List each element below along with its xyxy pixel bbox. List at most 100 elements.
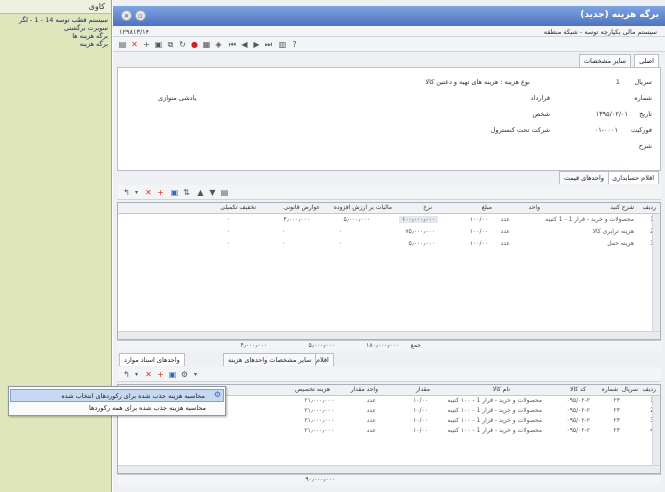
col-amount: مبلغ <box>481 204 492 211</box>
cell-disc: ۰ <box>226 228 230 235</box>
cell-name: محصولات و خرید - قرار 1 - ۱۰۰ کتیبه <box>447 427 542 434</box>
chevron-down-icon[interactable]: ▾ <box>131 369 142 380</box>
first-icon[interactable]: ⏮ <box>227 39 238 50</box>
table-row[interactable]: 2 هزینه ترابری کالا عدد ۱۰۰/۰۰ ۷۵٫۰۰۰٫۰۰… <box>118 227 660 238</box>
col-number: شماره <box>601 386 618 393</box>
document-number: ۱۲۹۸۱۳/۱۴ <box>119 28 150 36</box>
new-icon[interactable]: ▤ <box>117 39 128 50</box>
cell-code: ۰۹۵/۰۲-۲ <box>566 427 590 434</box>
grid2-vertical-scrollbar[interactable] <box>652 396 660 465</box>
tab-main[interactable]: اصلی <box>634 54 659 67</box>
cell-price[interactable]: ۱۰۰٫۰۰۰٫۰۰۰ <box>399 216 438 223</box>
calculate-icon[interactable]: ⚙ <box>179 369 190 380</box>
table-row[interactable]: 1 محصولات و خرید - قرار 1 - 1 کتیبه عدد … <box>118 215 660 226</box>
table-row[interactable]: 4 ۲۳ ۰۹۵/۰۲-۲ محصولات و خرید - قرار 1 - … <box>118 427 660 437</box>
table-row[interactable]: 3 ۲۳ ۰۹۵/۰۲-۲ محصولات و خرید - قرار 1 - … <box>118 417 660 427</box>
tab-document-units[interactable]: واحدهای اسناد موارد <box>119 353 185 366</box>
cell-unit: عدد <box>366 417 376 424</box>
cell-price: ۵٫۰۰۰٫۰۰۰ <box>408 240 435 247</box>
restore-icon[interactable]: ▫ <box>135 10 146 21</box>
grid1-vertical-scrollbar[interactable] <box>652 214 660 331</box>
window-title: برگه هزینه (جدید) <box>580 10 659 20</box>
total-label: جمع <box>410 342 421 349</box>
move-down-icon[interactable]: ▼ <box>207 187 218 198</box>
col-allocated-cost: هزینه تخصیص <box>295 386 330 393</box>
tab-accounting-items[interactable]: اقلام حسابداری <box>607 171 659 184</box>
save-icon[interactable]: ▣ <box>153 39 164 50</box>
sort-icon[interactable]: ⇅ <box>181 187 192 198</box>
sidebar-item[interactable]: سوبرت برگشتی <box>0 24 111 32</box>
window-title-bar: × ▫ برگه هزینه (جدید) <box>113 6 665 26</box>
menu-item-calc-selected[interactable]: محاسبه هزینه جذب شده برای رکوردهای انتخا… <box>10 389 224 402</box>
cell-cost: ۲۱٫۰۰۰٫۰۰۰ <box>304 427 334 434</box>
copy-icon[interactable]: ⧉ <box>165 39 176 50</box>
status-label: شرح <box>638 142 652 150</box>
add-row-icon[interactable]: + <box>155 369 166 380</box>
cell-unit: عدد <box>366 397 376 404</box>
add-icon[interactable]: + <box>141 39 152 50</box>
delete-icon[interactable]: ✕ <box>129 39 140 50</box>
doc-type-value: نوع هزینه : هزینه های تهیه و دعتین کالا <box>425 78 530 86</box>
cell-desc: هزینه ترابری کالا <box>592 228 634 235</box>
col-item-code: کد کالا <box>569 386 586 393</box>
tab-price-units[interactable]: واحدهای قیمت <box>558 171 609 184</box>
stop-icon[interactable]: ● <box>189 39 200 50</box>
delete-row-icon[interactable]: ✕ <box>143 369 154 380</box>
cost-center-label: فورکیت <box>630 126 652 134</box>
cell-price: ۷۵٫۰۰۰٫۰۰۰ <box>405 228 435 235</box>
refresh-icon[interactable]: ↻ <box>177 39 188 50</box>
sidebar-item[interactable]: برگه هزینه ها <box>0 32 111 40</box>
attach-icon[interactable]: ◈ <box>213 39 224 50</box>
table-row[interactable]: 3 هزینه حمل عدد ۱۰۰/۰۰ ۵٫۰۰۰٫۰۰۰ ۰ ۰ ۰ <box>118 239 660 250</box>
total-value: ۱۸۰٫۰۰۰٫۰۰۰ <box>366 342 399 349</box>
report-icon[interactable]: ▥ <box>277 39 288 50</box>
cell-serial: ۲۳ <box>613 407 620 414</box>
document-window: × ▫ برگه هزینه (جدید) ۱۲۹۸۱۳/۱۴ سیستم ما… <box>113 0 665 492</box>
cell-qty: ۱۰/۰۰ <box>413 397 428 404</box>
add-row-icon[interactable]: + <box>155 187 166 198</box>
help-icon[interactable]: ? <box>289 39 300 50</box>
prev-icon[interactable]: ◀ <box>239 39 250 50</box>
grid2-horizontal-scrollbar[interactable] <box>118 465 660 473</box>
cell-unit: عدد <box>366 407 376 414</box>
tab-other-info[interactable]: سایر مشخصات <box>578 54 631 67</box>
last-icon[interactable]: ⏭ <box>263 39 274 50</box>
menu-item-calc-all[interactable]: محاسبه هزینه جذب شده برای همه رکوردها <box>10 402 224 415</box>
cell-tax: ۴٫۰۰۰٫۰۰۰ <box>283 216 310 223</box>
next-icon[interactable]: ▶ <box>251 39 262 50</box>
col-row: ردیف <box>642 386 656 393</box>
sidebar-item[interactable]: برگه هزینه <box>0 40 111 48</box>
close-icon[interactable]: × <box>121 10 132 21</box>
col-unit: واحد <box>528 204 540 211</box>
cell-vat: ۰ <box>338 228 342 235</box>
chevron-down-icon[interactable]: ▾ <box>190 369 201 380</box>
cell-unit: عدد <box>366 427 376 434</box>
chevron-down-icon[interactable]: ▾ <box>131 187 142 198</box>
calculate-context-menu: محاسبه هزینه جذب شده برای رکوردهای انتخا… <box>8 386 226 416</box>
grid1-horizontal-scrollbar[interactable] <box>118 331 660 339</box>
grid2-toolbar: ↰ ▾ ✕ + ▣ ⚙ ▾ <box>117 367 661 382</box>
cell-code: ۰۹۵/۰۲-۲ <box>566 407 590 414</box>
col-item-name: نام کالا <box>492 386 510 393</box>
sidebar-item[interactable]: سیستم قطب توسه 14 - 1 - لگر <box>0 16 111 24</box>
menu-item-calc-all-label: محاسبه هزینه جذب شده برای همه رکوردها <box>88 404 206 412</box>
cell-desc: هزینه حمل <box>607 240 634 247</box>
cell-code: ۰۹۵/۰۲-۲ <box>566 417 590 424</box>
sidebar-header: کاوی <box>0 0 111 14</box>
print-icon[interactable]: ▦ <box>201 39 212 50</box>
grid-icon[interactable]: ▣ <box>167 369 178 380</box>
navigation-sidebar: کاوی سیستم قطب توسه 14 - 1 - لگر سوبرت ب… <box>0 0 112 492</box>
vat-total: ۵٫۰۰۰٫۰۰۰ <box>308 342 335 349</box>
export-icon[interactable]: ▤ <box>219 187 230 198</box>
cell-tax: ۰ <box>281 240 285 247</box>
header-fields-panel: سریال 1 نوع هزینه : هزینه های تهیه و دعت… <box>117 67 661 171</box>
tab-cost-unit-info[interactable]: سایر مشخصات واحدهای هزینه <box>223 353 317 366</box>
grid-icon[interactable]: ▣ <box>169 187 180 198</box>
move-up-icon[interactable]: ▲ <box>195 187 206 198</box>
cell-qty: ۱۰۰/۰۰ <box>469 240 488 247</box>
col-quantity: مقدار <box>416 386 430 393</box>
grid1-toolbar: ↰ ▾ ✕ + ▣ ⇅ ▲ ▼ ▤ <box>117 185 661 200</box>
cost-center-value: ۰۱-۰۰۰۱ <box>594 126 618 134</box>
cell-serial: ۲۳ <box>613 397 620 404</box>
delete-row-icon[interactable]: ✕ <box>143 187 154 198</box>
